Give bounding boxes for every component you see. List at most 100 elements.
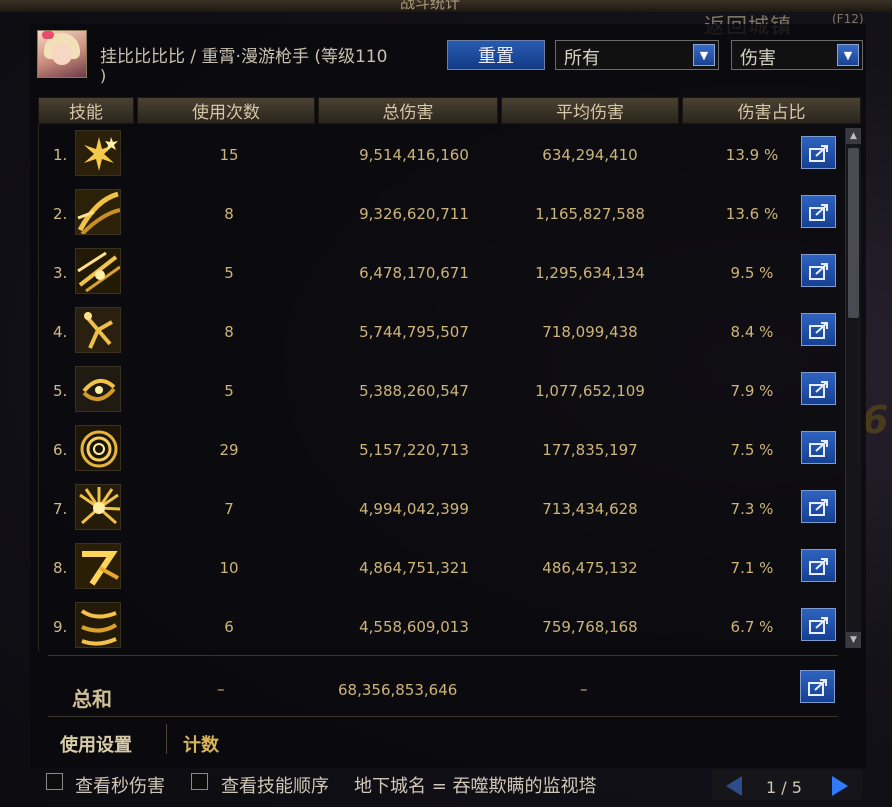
table-header: 技能 使用次数 总伤害 平均伤害 伤害占比 <box>38 97 861 124</box>
table-scrollbar[interactable]: ▲ ▼ <box>845 128 861 648</box>
skill-order-label: 查看技能顺序 <box>221 776 329 797</box>
total-damage: 4,558,609,013 <box>359 618 469 636</box>
damage-share: 13.9 % <box>725 146 779 164</box>
average-damage: 634,294,410 <box>542 146 638 164</box>
damage-share: 7.3 % <box>730 500 774 518</box>
use-count: 6 <box>224 618 234 636</box>
scroll-up-icon[interactable]: ▲ <box>846 128 861 144</box>
chain-strike-icon <box>75 602 121 648</box>
total-damage: 6,478,170,671 <box>359 264 469 282</box>
party-filter-select[interactable]: 所有 ▼ <box>555 40 719 70</box>
average-damage: 1,077,652,109 <box>535 382 645 400</box>
metric-select[interactable]: 伤害 ▼ <box>731 40 863 70</box>
character-name-close: ) <box>100 66 107 85</box>
seven-kick-icon <box>75 543 121 589</box>
table-row: 8. 10 4,864,751,321 486,475,132 7.1 % <box>39 537 845 595</box>
page-indicator: 1 / 5 <box>766 778 802 797</box>
total-damage: 5,157,220,713 <box>359 441 469 459</box>
row-index: 5. <box>53 382 68 400</box>
share-icon <box>808 557 828 575</box>
use-count: 7 <box>224 500 234 518</box>
use-count: 15 <box>219 146 239 164</box>
damage-share: 13.6 % <box>725 205 779 223</box>
row-index: 8. <box>53 559 68 577</box>
average-damage: 713,434,628 <box>542 500 638 518</box>
share-icon <box>808 380 828 398</box>
share-button[interactable] <box>801 254 836 287</box>
tab-usage-settings[interactable]: 使用设置 <box>60 731 132 757</box>
per-second-damage-label: 查看秒伤害 <box>75 776 165 797</box>
tabs-divider <box>48 716 838 717</box>
row-index: 3. <box>53 264 68 282</box>
chevron-down-icon[interactable]: ▼ <box>693 44 715 66</box>
share-icon <box>807 678 827 696</box>
share-icon <box>808 498 828 516</box>
damage-share: 9.5 % <box>730 264 774 282</box>
row-index: 9. <box>53 618 68 636</box>
use-count: 29 <box>219 441 239 459</box>
share-button[interactable] <box>801 313 836 346</box>
share-icon <box>808 203 828 221</box>
share-button[interactable] <box>801 372 836 405</box>
share-icon <box>808 616 828 634</box>
use-count: 5 <box>224 264 234 282</box>
share-icon <box>808 144 828 162</box>
skill-order-checkbox[interactable] <box>191 773 208 790</box>
share-button[interactable] <box>801 490 836 523</box>
use-count: 8 <box>224 205 234 223</box>
total-damage: 9,326,620,711 <box>359 205 469 223</box>
radial-blast-icon <box>75 484 121 530</box>
totals-divider <box>48 655 838 656</box>
totals-total-damage: 68,356,853,646 <box>338 681 458 699</box>
total-damage: 9,514,416,160 <box>359 146 469 164</box>
ring-vortex-icon <box>75 425 121 471</box>
previous-page-icon[interactable] <box>726 776 742 796</box>
average-damage: 759,768,168 <box>542 618 638 636</box>
average-damage: 1,295,634,134 <box>535 264 645 282</box>
chain-sweep-icon <box>75 189 121 235</box>
window-title: 战斗统计 <box>400 0 461 12</box>
total-damage: 5,744,795,507 <box>359 323 469 341</box>
column-header-skill[interactable]: 技能 <box>38 97 134 124</box>
row-index: 1. <box>53 146 68 164</box>
column-header-average[interactable]: 平均伤害 <box>501 97 679 124</box>
skill-rows: 1. 15 9,514,416,160 634,294,410 13.9 % 2… <box>38 124 845 651</box>
share-button[interactable] <box>801 549 836 582</box>
character-avatar <box>37 30 87 78</box>
next-page-icon[interactable] <box>832 776 848 796</box>
reset-button[interactable]: 重置 <box>447 40 545 70</box>
totals-label: 总和 <box>72 687 112 711</box>
column-header-total[interactable]: 总伤害 <box>318 97 498 124</box>
share-icon <box>808 262 828 280</box>
damage-share: 6.7 % <box>730 618 774 636</box>
share-button[interactable] <box>801 608 836 641</box>
table-row: 4. 8 5,744,795,507 718,099,438 8.4 % <box>39 301 845 359</box>
total-damage: 4,864,751,321 <box>359 559 469 577</box>
share-total-button[interactable] <box>800 670 835 703</box>
totals-average: – <box>580 680 588 698</box>
share-button[interactable] <box>801 431 836 464</box>
slash-storm-icon <box>75 248 121 294</box>
use-count: 10 <box>219 559 239 577</box>
chevron-down-icon[interactable]: ▼ <box>837 44 859 66</box>
share-button[interactable] <box>801 136 836 169</box>
share-icon <box>808 321 828 339</box>
row-index: 4. <box>53 323 68 341</box>
share-button[interactable] <box>801 195 836 228</box>
column-header-count[interactable]: 使用次数 <box>137 97 315 124</box>
damage-share: 7.5 % <box>730 441 774 459</box>
average-damage: 1,165,827,588 <box>535 205 645 223</box>
column-header-share[interactable]: 伤害占比 <box>682 97 861 124</box>
scrollbar-thumb[interactable] <box>848 148 859 318</box>
table-row: 1. 15 9,514,416,160 634,294,410 13.9 % <box>39 124 845 182</box>
table-row: 3. 5 6,478,170,671 1,295,634,134 9.5 % <box>39 242 845 300</box>
tab-count[interactable]: 计数 <box>183 731 219 757</box>
party-filter-value: 所有 <box>564 48 600 69</box>
per-second-damage-checkbox[interactable] <box>46 773 63 790</box>
metric-value: 伤害 <box>740 48 776 69</box>
character-name: 挂比比比比 / 重霄·漫游枪手 (等级110 <box>100 47 388 67</box>
table-row: 5. 5 5,388,260,547 1,077,652,109 7.9 % <box>39 360 845 418</box>
total-damage: 4,994,042,399 <box>359 500 469 518</box>
totals-count: – <box>217 680 225 698</box>
scroll-down-icon[interactable]: ▼ <box>846 632 861 648</box>
